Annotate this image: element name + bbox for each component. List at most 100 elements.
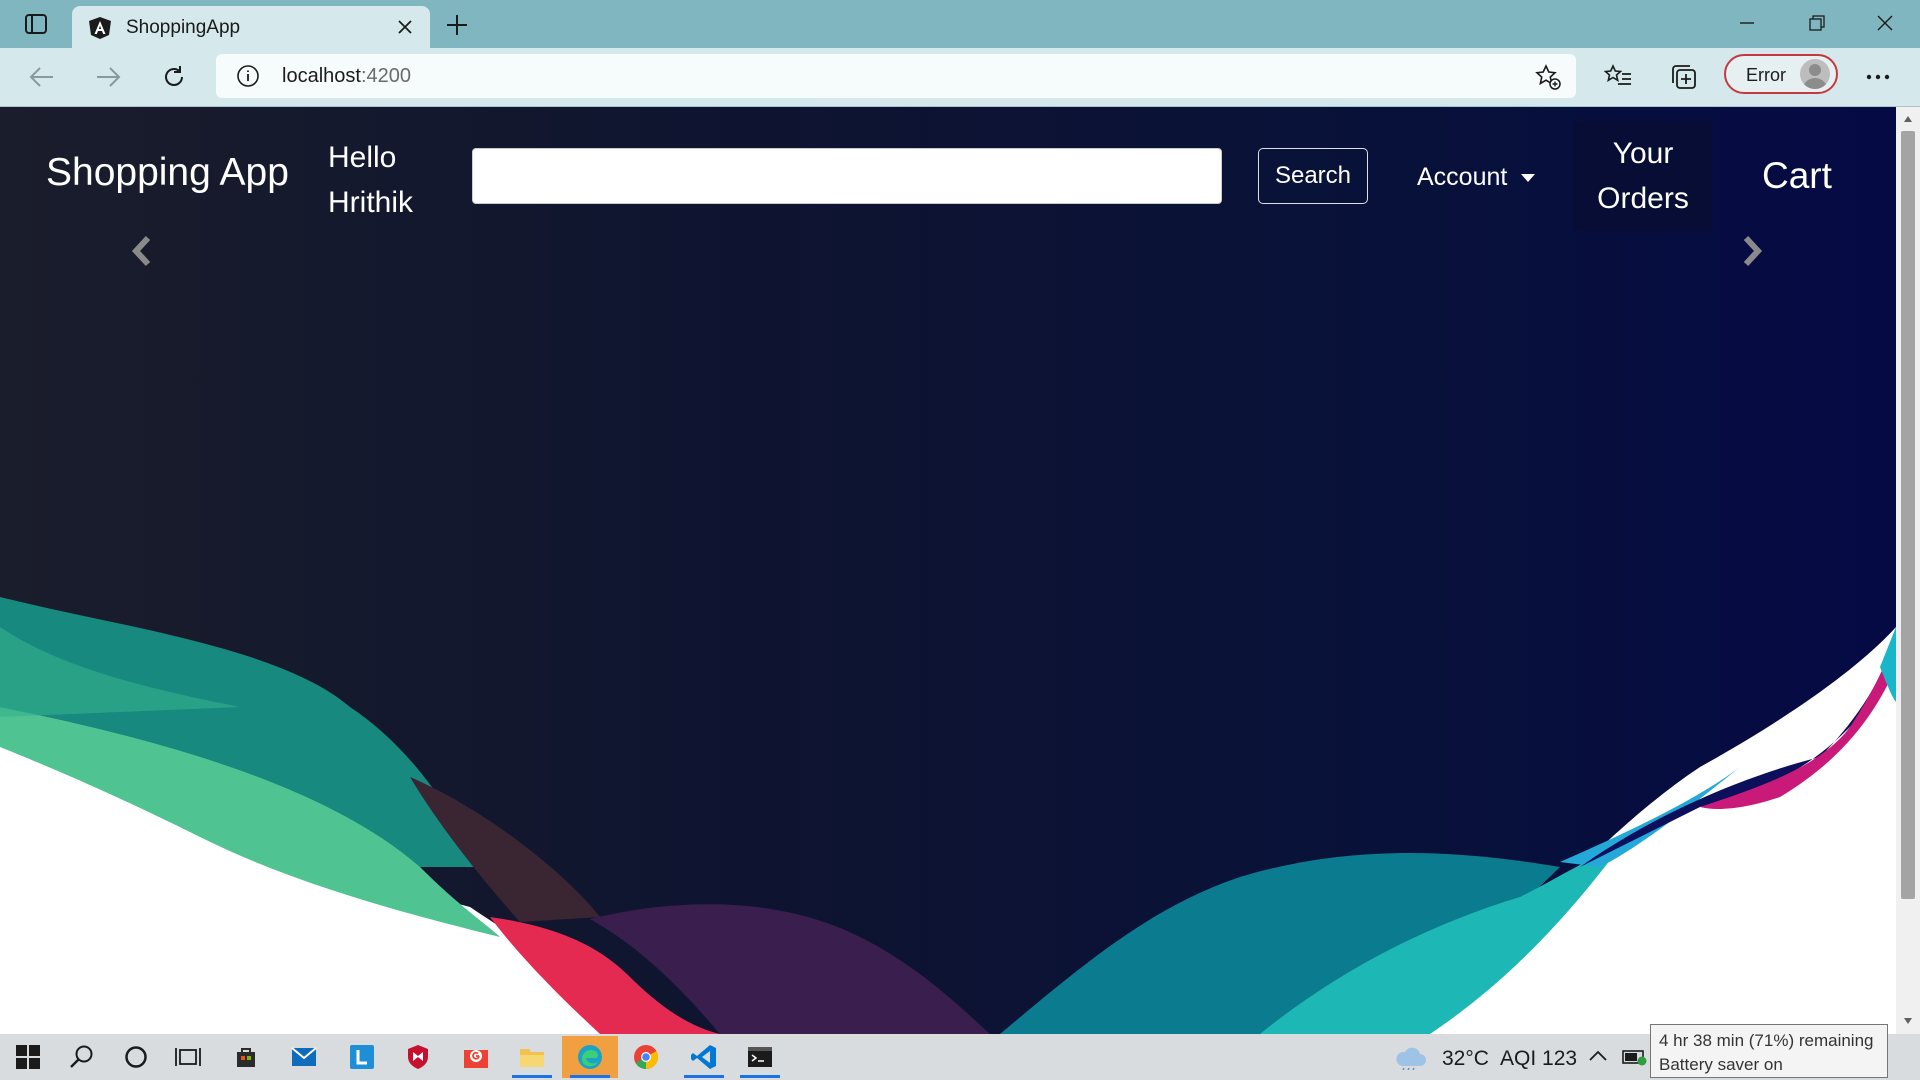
address-bar[interactable]: localhost:4200 <box>216 54 1576 98</box>
taskbar-store-app[interactable] <box>218 1036 274 1078</box>
profile-error-label: Error <box>1746 65 1786 85</box>
navbar: Shopping App Hello Hrithik Search Accoun… <box>0 107 1896 247</box>
carousel-next-button[interactable] <box>1732 229 1772 273</box>
folder-icon <box>520 1049 544 1067</box>
browser-tab[interactable]: ShoppingApp <box>72 6 430 48</box>
envelope-g-icon <box>464 1050 488 1068</box>
battery-tooltip-time: 4 hr 38 min (71%) remaining <box>1659 1031 1874 1050</box>
tab-actions-button[interactable] <box>14 9 58 39</box>
favorites-icon <box>1604 64 1631 85</box>
greeting-hello: Hello <box>328 141 397 174</box>
orders-label-line1: Your <box>1612 137 1674 170</box>
chrome-icon <box>634 1045 659 1070</box>
browser-toolbar: localhost:4200 Error <box>0 48 1920 107</box>
tab-close-button[interactable] <box>394 16 416 38</box>
orders-label: Your Orders <box>1597 131 1689 221</box>
taskbar-file-explorer[interactable] <box>504 1036 560 1078</box>
cart-link[interactable]: Cart <box>1762 155 1832 197</box>
restore-icon <box>1809 15 1825 31</box>
cortana-button[interactable] <box>108 1036 164 1078</box>
minimize-button[interactable] <box>1724 8 1770 38</box>
taskbar-edge-browser[interactable] <box>562 1036 618 1078</box>
refresh-icon <box>165 66 183 86</box>
caret-down-icon <box>1521 173 1536 182</box>
taskbar-search-button[interactable] <box>54 1036 110 1078</box>
task-view-button[interactable] <box>160 1036 216 1078</box>
battery-saver-icon[interactable] <box>1622 1048 1648 1066</box>
taskbar-vscode[interactable] <box>676 1036 732 1078</box>
taskbar-chrome[interactable] <box>618 1036 674 1078</box>
task-view-icon <box>175 1048 201 1066</box>
start-button[interactable] <box>0 1036 56 1078</box>
forward-button[interactable] <box>90 60 126 94</box>
store-bag-icon <box>237 1048 255 1067</box>
cortana-circle-icon <box>125 1046 147 1068</box>
forward-arrow-icon <box>97 67 121 87</box>
collections-button[interactable] <box>1666 60 1702 94</box>
scroll-up-arrow-icon[interactable] <box>1900 111 1916 127</box>
add-favorite-icon[interactable] <box>1534 63 1562 91</box>
tab-title: ShoppingApp <box>126 17 241 38</box>
collections-icon <box>1672 65 1696 89</box>
browser-titlebar: ShoppingApp <box>0 0 1920 48</box>
orders-label-line2: Orders <box>1597 182 1689 215</box>
active-indicator <box>570 1075 610 1078</box>
more-options-button[interactable] <box>1860 60 1896 94</box>
your-orders-link[interactable]: Your Orders <box>1574 121 1712 231</box>
search-button[interactable]: Search <box>1258 148 1368 204</box>
weather-temperature[interactable]: 32°C <box>1442 1047 1489 1071</box>
user-icon <box>1803 64 1827 89</box>
terminal-icon <box>748 1047 772 1067</box>
greeting-username: Hrithik <box>328 186 414 219</box>
plus-icon <box>447 15 467 35</box>
active-indicator <box>740 1075 780 1078</box>
back-button[interactable] <box>24 60 60 94</box>
close-icon <box>398 20 412 34</box>
favorites-button[interactable] <box>1600 60 1636 94</box>
scroll-down-arrow-icon[interactable] <box>1900 1013 1916 1029</box>
brand-title[interactable]: Shopping App <box>46 151 289 195</box>
user-greeting: Hello Hrithik <box>328 135 438 225</box>
battery-tooltip-saver: Battery saver on <box>1659 1055 1783 1074</box>
taskbar-mail-app[interactable] <box>276 1036 332 1078</box>
avatar <box>1800 59 1830 89</box>
chevron-right-icon <box>1743 235 1763 267</box>
page-scrollbar[interactable] <box>1896 107 1920 1034</box>
account-label: Account <box>1417 163 1508 191</box>
profile-button[interactable]: Error <box>1724 54 1838 94</box>
close-window-button[interactable] <box>1862 8 1908 38</box>
angular-favicon-icon <box>89 17 111 39</box>
page-viewport: Shopping App Hello Hrithik Search Accoun… <box>0 107 1896 1034</box>
carousel-prev-button[interactable] <box>122 229 162 273</box>
address-url: localhost:4200 <box>282 65 411 88</box>
edge-icon <box>578 1045 602 1069</box>
mcafee-shield-icon <box>408 1045 428 1069</box>
restore-button[interactable] <box>1794 8 1840 38</box>
weather-cloud-icon[interactable] <box>1394 1044 1428 1070</box>
address-port: :4200 <box>360 65 411 87</box>
taskbar-mcafee-app[interactable] <box>390 1036 446 1078</box>
search-input[interactable] <box>472 148 1222 204</box>
chevron-up-icon[interactable] <box>1588 1050 1608 1062</box>
search-icon <box>70 1045 93 1068</box>
scroll-thumb[interactable] <box>1901 131 1915 899</box>
account-dropdown[interactable]: Account <box>1417 163 1536 192</box>
windows-taskbar: 32°C AQI 123 <box>0 1034 1920 1080</box>
new-tab-button[interactable] <box>442 10 472 40</box>
battery-tooltip: 4 hr 38 min (71%) remaining Battery save… <box>1650 1024 1888 1078</box>
back-arrow-icon <box>29 67 53 87</box>
refresh-button[interactable] <box>156 60 192 94</box>
chevron-left-icon <box>131 235 151 267</box>
active-indicator <box>512 1075 552 1078</box>
taskbar-gmail-app[interactable] <box>448 1036 504 1078</box>
tab-actions-icon <box>25 14 47 34</box>
taskbar-terminal[interactable] <box>732 1036 788 1078</box>
more-options-icon <box>1866 74 1890 80</box>
minimize-icon <box>1740 22 1754 24</box>
close-icon <box>1877 15 1893 31</box>
address-host: localhost <box>282 65 361 87</box>
weather-aqi[interactable]: AQI 123 <box>1500 1047 1577 1071</box>
taskbar-l-app[interactable] <box>334 1036 390 1078</box>
vscode-icon <box>691 1045 716 1069</box>
info-icon[interactable] <box>236 64 260 88</box>
